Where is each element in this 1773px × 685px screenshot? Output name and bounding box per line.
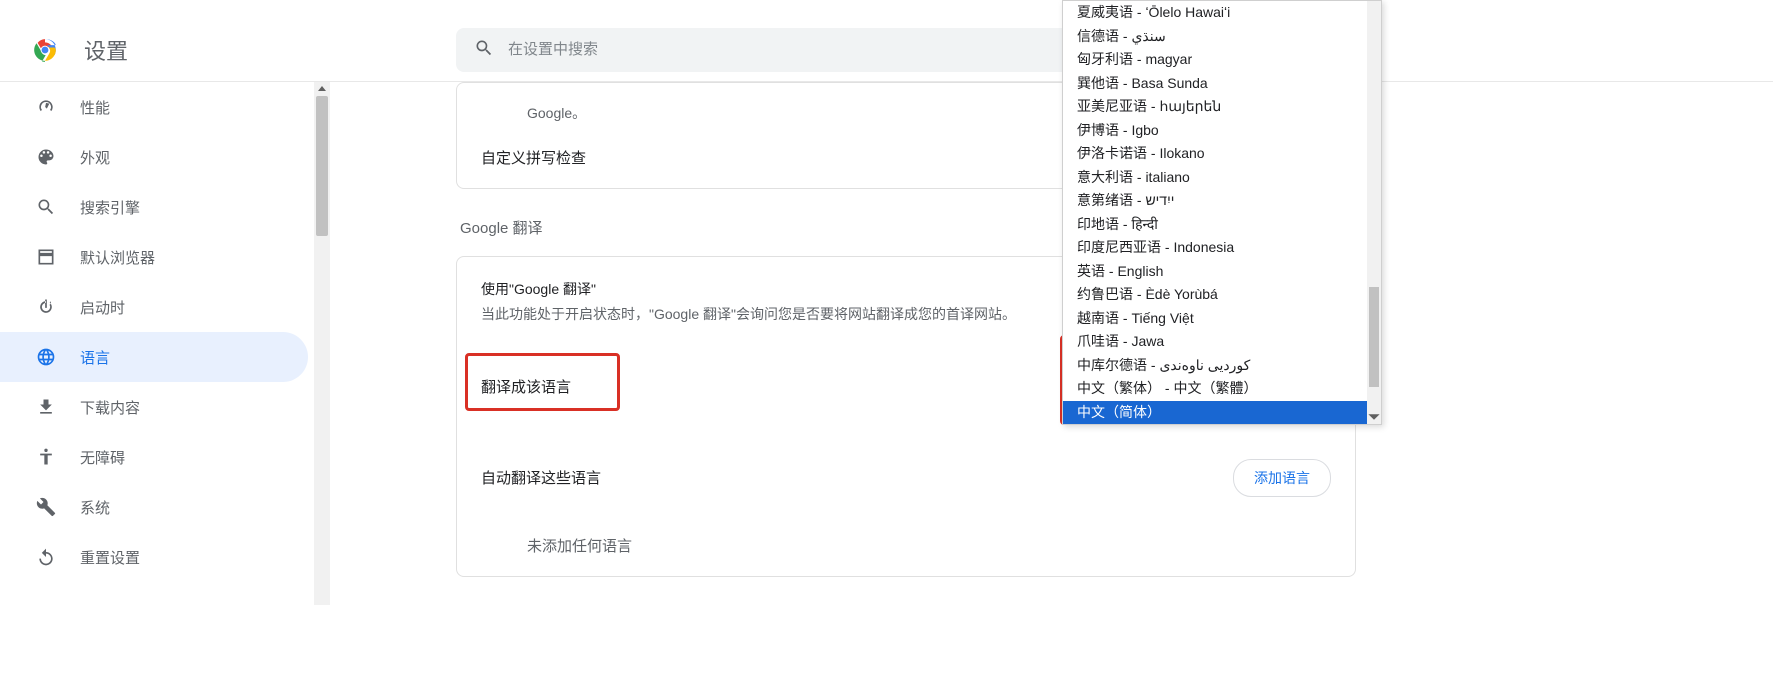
dropdown-item[interactable]: 意大利语 - italiano bbox=[1063, 166, 1381, 190]
no-languages-text: 未添加任何语言 bbox=[457, 515, 1355, 576]
add-language-button[interactable]: 添加语言 bbox=[1233, 459, 1331, 497]
dropdown-scrollbar[interactable] bbox=[1367, 1, 1381, 424]
page-title: 设置 bbox=[84, 34, 128, 66]
highlight-box-label bbox=[465, 353, 620, 411]
dropdown-scroll-thumb[interactable] bbox=[1369, 287, 1379, 387]
sidebar-item-label: 性能 bbox=[80, 97, 110, 118]
dropdown-item[interactable]: 亚美尼亚语 - հայերեն bbox=[1063, 95, 1381, 119]
search-icon bbox=[474, 38, 494, 61]
dropdown-item[interactable]: 匈牙利语 - magyar bbox=[1063, 48, 1381, 72]
dropdown-list: 夏威夷语 - ʻŌlelo Hawaiʻi信德语 - سنڌي匈牙利语 - ma… bbox=[1063, 1, 1381, 424]
sidebar-item-label: 默认浏览器 bbox=[80, 247, 155, 268]
dropdown-item[interactable]: 爪哇语 - Jawa bbox=[1063, 330, 1381, 354]
sidebar-item-accessibility[interactable]: 无障碍 bbox=[0, 432, 308, 482]
dropdown-item[interactable]: 中库尔德语 - کوردیی ناوەندی bbox=[1063, 354, 1381, 378]
sidebar-item-default-browser[interactable]: 默认浏览器 bbox=[0, 232, 308, 282]
scroll-down-icon[interactable] bbox=[1367, 410, 1381, 424]
dropdown-item[interactable]: 英语 - English bbox=[1063, 260, 1381, 284]
scrollbar-thumb[interactable] bbox=[316, 96, 328, 236]
sidebar-item-languages[interactable]: 语言 bbox=[0, 332, 308, 382]
dropdown-item[interactable]: 信德语 - سنڌي bbox=[1063, 25, 1381, 49]
wrench-icon bbox=[36, 497, 56, 517]
sidebar-item-label: 启动时 bbox=[80, 297, 125, 318]
download-icon bbox=[36, 397, 56, 417]
browser-icon bbox=[36, 247, 56, 267]
dropdown-item[interactable]: 约鲁巴语 - Èdè Yorùbá bbox=[1063, 283, 1381, 307]
language-dropdown: 夏威夷语 - ʻŌlelo Hawaiʻi信德语 - سنڌي匈牙利语 - ma… bbox=[1062, 0, 1382, 425]
dropdown-item[interactable]: 越南语 - Tiếng Việt bbox=[1063, 307, 1381, 331]
dropdown-item[interactable]: 夏威夷语 - ʻŌlelo Hawaiʻi bbox=[1063, 1, 1381, 25]
power-icon bbox=[36, 297, 56, 317]
sidebar-scrollbar[interactable] bbox=[314, 82, 330, 605]
sidebar-item-appearance[interactable]: 外观 bbox=[0, 132, 308, 182]
sidebar-item-search-engine[interactable]: 搜索引擎 bbox=[0, 182, 308, 232]
app-header: 设置 bbox=[0, 18, 1773, 82]
sidebar-item-label: 重置设置 bbox=[80, 547, 140, 568]
dropdown-item[interactable]: 意第绪语 - ייִדיש bbox=[1063, 189, 1381, 213]
sidebar-item-label: 无障碍 bbox=[80, 447, 125, 468]
search-container[interactable] bbox=[456, 28, 1076, 72]
sidebar-item-performance[interactable]: 性能 bbox=[0, 82, 308, 132]
scroll-up-icon[interactable] bbox=[314, 82, 330, 96]
sidebar-nav: 性能 外观 搜索引擎 默认浏览器 启动时 语言 下载内容 无障碍 系统 重置设置 bbox=[0, 82, 330, 605]
reset-icon bbox=[36, 547, 56, 567]
dropdown-item[interactable]: 中文（繁体） - 中文（繁體） bbox=[1063, 377, 1381, 401]
search-icon bbox=[36, 197, 56, 217]
dropdown-item[interactable]: 印度尼西亚语 - Indonesia bbox=[1063, 236, 1381, 260]
sidebar-item-system[interactable]: 系统 bbox=[0, 482, 308, 532]
sidebar-item-label: 搜索引擎 bbox=[80, 197, 140, 218]
dropdown-item[interactable]: 印地语 - हिन्दी bbox=[1063, 213, 1381, 237]
palette-icon bbox=[36, 147, 56, 167]
speedometer-icon bbox=[36, 97, 56, 117]
auto-translate-label: 自动翻译这些语言 bbox=[481, 467, 601, 488]
sidebar-item-label: 外观 bbox=[80, 147, 110, 168]
dropdown-item[interactable]: 伊洛卡诺语 - Ilokano bbox=[1063, 142, 1381, 166]
sidebar-item-startup[interactable]: 启动时 bbox=[0, 282, 308, 332]
sidebar-item-downloads[interactable]: 下载内容 bbox=[0, 382, 308, 432]
dropdown-item[interactable]: 巽他语 - Basa Sunda bbox=[1063, 72, 1381, 96]
auto-translate-row: 自动翻译这些语言 添加语言 bbox=[457, 441, 1355, 515]
dropdown-item[interactable]: 伊博语 - Igbo bbox=[1063, 119, 1381, 143]
sidebar-item-label: 语言 bbox=[80, 347, 110, 368]
chrome-logo-icon bbox=[32, 37, 58, 63]
sidebar-item-label: 下载内容 bbox=[80, 397, 140, 418]
sidebar-item-label: 系统 bbox=[80, 497, 110, 518]
globe-icon bbox=[36, 347, 56, 367]
search-input[interactable] bbox=[508, 41, 1058, 58]
dropdown-item[interactable]: 中文（简体） bbox=[1063, 401, 1381, 425]
accessibility-icon bbox=[36, 447, 56, 467]
sidebar-item-reset[interactable]: 重置设置 bbox=[0, 532, 308, 582]
